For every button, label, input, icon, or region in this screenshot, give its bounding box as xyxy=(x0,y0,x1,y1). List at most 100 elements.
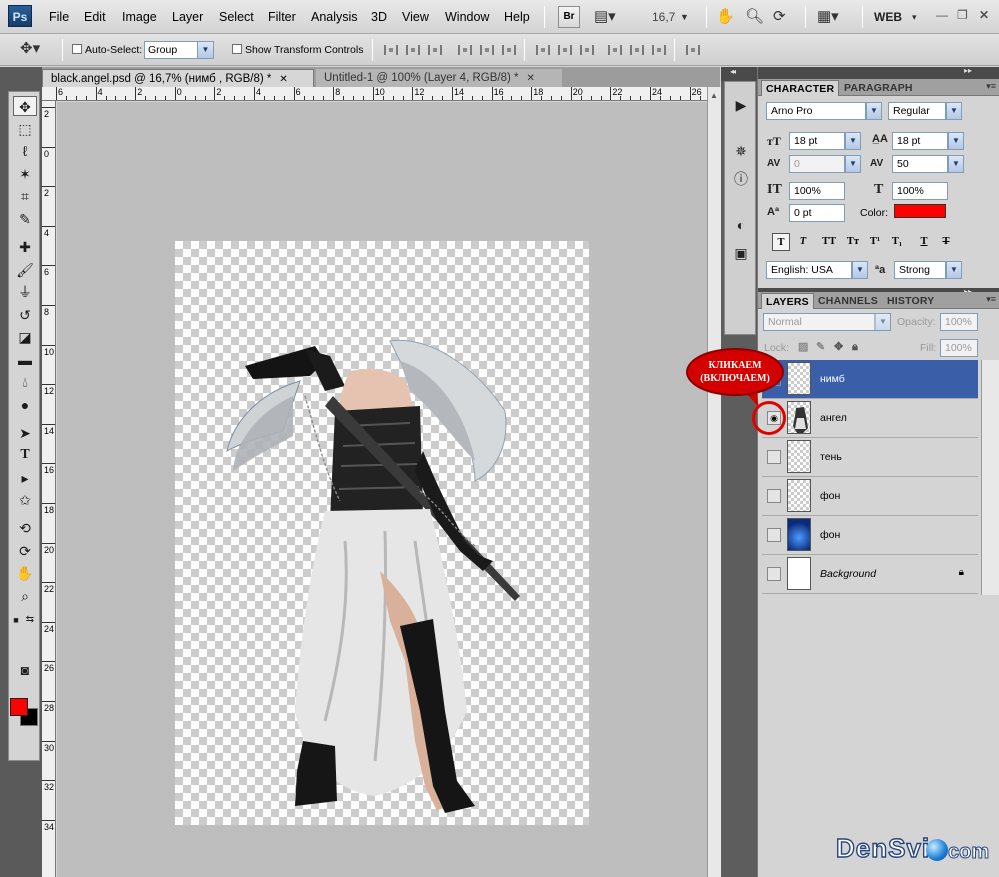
close-tab-icon[interactable]: ✕ xyxy=(279,74,287,85)
view-extras-icon[interactable]: ▤▾ xyxy=(594,8,616,26)
menu-view[interactable]: View xyxy=(402,10,429,24)
vertical-scale-field[interactable]: 100% xyxy=(789,182,845,200)
small-caps-button[interactable]: Tт xyxy=(844,233,862,251)
menu-select[interactable]: Select xyxy=(219,10,254,24)
hand-tool-icon[interactable]: ✋ xyxy=(716,8,735,26)
menu-help[interactable]: Help xyxy=(504,10,530,24)
faux-italic-button[interactable]: T xyxy=(794,233,812,251)
align-vcenter-icon[interactable] xyxy=(406,45,420,55)
show-transform-checkbox[interactable] xyxy=(232,44,242,54)
magic-wand-icon[interactable]: ✶ xyxy=(13,164,37,184)
zoom-dropdown-icon[interactable]: ▼ xyxy=(680,8,689,26)
visibility-toggle-icon[interactable] xyxy=(767,528,781,542)
healing-brush-icon[interactable]: ✚ xyxy=(13,237,37,257)
layer-row-nimb[interactable]: нимб xyxy=(762,360,978,399)
canvas-vertical-scrollbar[interactable]: ▲ xyxy=(707,87,721,877)
kerning-field[interactable]: 0 ▼ xyxy=(789,155,861,173)
foreground-color-swatch[interactable] xyxy=(10,698,28,716)
menu-analysis[interactable]: Analysis xyxy=(311,10,358,24)
tab-character[interactable]: CHARACTER xyxy=(761,80,840,96)
close-icon[interactable]: ✕ xyxy=(979,8,989,22)
minimize-icon[interactable]: — xyxy=(936,8,948,22)
zoom-tool-icon[interactable]: 🔍︎ xyxy=(745,8,764,26)
document-canvas[interactable] xyxy=(175,241,589,825)
align-hcenter-icon[interactable] xyxy=(480,45,494,55)
distribute-vcenter-icon[interactable] xyxy=(558,45,572,55)
brushes-panel-icon[interactable]: ◐ xyxy=(732,216,750,234)
dock-collapse-handle[interactable] xyxy=(721,67,757,81)
marquee-tool-icon[interactable]: ⬚ xyxy=(13,119,37,139)
swap-colors-icon[interactable]: ⇆ xyxy=(23,610,37,630)
tab-black-angel[interactable]: black.angel.psd @ 16,7% (нимб , RGB/8) *… xyxy=(42,69,314,87)
info-panel-icon[interactable]: ⓘ xyxy=(732,170,750,188)
blend-mode-select[interactable]: Normal ▼ xyxy=(763,313,891,331)
hand-tool-icon[interactable]: ✋ xyxy=(13,563,37,583)
direct-selection-icon[interactable]: ▸ xyxy=(13,468,37,488)
text-color-swatch[interactable] xyxy=(894,204,946,218)
quick-mask-icon[interactable]: ◙ xyxy=(13,660,37,680)
bridge-button[interactable]: Br xyxy=(558,6,580,28)
crop-tool-icon[interactable]: ⌗ xyxy=(13,186,37,206)
scroll-up-icon[interactable]: ▲ xyxy=(710,91,718,100)
all-caps-button[interactable]: TT xyxy=(820,233,838,251)
clone-stamp-icon[interactable]: ⏚ xyxy=(13,282,37,302)
brush-tool-icon[interactable]: 🖌︎ xyxy=(13,260,37,280)
custom-shape-icon[interactable]: ✩ xyxy=(13,490,37,510)
distribute-left-icon[interactable] xyxy=(608,45,622,55)
tab-layers[interactable]: LAYERS xyxy=(761,293,814,309)
eraser-tool-icon[interactable]: ◪ xyxy=(13,327,37,347)
auto-align-layers-icon[interactable] xyxy=(686,45,700,55)
align-bottom-icon[interactable] xyxy=(428,45,442,55)
menu-image[interactable]: Image xyxy=(122,10,157,24)
align-right-icon[interactable] xyxy=(502,45,516,55)
tab-paragraph[interactable]: PARAGRAPH xyxy=(840,80,917,96)
panel-collapse-strip[interactable] xyxy=(758,66,999,79)
visibility-toggle-icon[interactable] xyxy=(767,450,781,464)
font-family-select[interactable]: Arno Pro ▼ xyxy=(766,102,882,120)
leading-field[interactable]: 18 pt ▼ xyxy=(892,132,964,150)
visibility-toggle-icon[interactable] xyxy=(767,489,781,503)
auto-select-checkbox[interactable] xyxy=(72,44,82,54)
workspace-dropdown-icon[interactable]: ▾ xyxy=(912,8,917,26)
distribute-right-icon[interactable] xyxy=(652,45,666,55)
distribute-hcenter-icon[interactable] xyxy=(630,45,644,55)
font-style-select[interactable]: Regular ▼ xyxy=(888,102,962,120)
tab-untitled-1[interactable]: Untitled-1 @ 100% (Layer 4, RGB/8) * ✕ xyxy=(316,69,562,87)
lock-all-icon[interactable]: 🔒︎ xyxy=(852,339,858,355)
language-select[interactable]: English: USA ▼ xyxy=(766,261,868,279)
3d-orbit-icon[interactable]: ⟳ xyxy=(13,541,37,561)
actions-panel-icon[interactable]: ▶ xyxy=(732,96,750,114)
rotate-view-icon[interactable]: ⟳ xyxy=(773,8,786,26)
blur-tool-icon[interactable]: 💧︎ xyxy=(13,372,37,392)
layer-row-fon-2[interactable]: фон xyxy=(762,516,978,555)
distribute-bottom-icon[interactable] xyxy=(580,45,594,55)
arrange-documents-icon[interactable]: ▦▾ xyxy=(817,8,839,26)
restore-icon[interactable]: ❐ xyxy=(957,8,968,22)
menu-layer[interactable]: Layer xyxy=(172,10,203,24)
subscript-button[interactable]: T₁ xyxy=(888,233,906,251)
lasso-tool-icon[interactable]: ℓ xyxy=(13,141,37,161)
panel-menu-icon[interactable]: ▾≡ xyxy=(986,294,996,305)
opacity-field[interactable]: 100% xyxy=(940,313,978,331)
zoom-level[interactable]: 16,7 xyxy=(652,10,675,24)
align-left-icon[interactable] xyxy=(458,45,472,55)
layer-row-angel[interactable]: ◉ ангел xyxy=(762,399,978,438)
layers-scrollbar[interactable] xyxy=(981,360,999,595)
menu-filter[interactable]: Filter xyxy=(268,10,296,24)
menu-file[interactable]: File xyxy=(49,10,69,24)
history-brush-icon[interactable]: ↺ xyxy=(13,305,37,325)
clone-source-panel-icon[interactable]: ▣ xyxy=(732,244,750,262)
fill-field[interactable]: 100% xyxy=(940,339,978,357)
antialias-select[interactable]: Strong ▼ xyxy=(894,261,962,279)
underline-button[interactable]: T xyxy=(915,233,933,251)
lock-transparent-icon[interactable]: ▨ xyxy=(798,339,808,355)
menu-edit[interactable]: Edit xyxy=(84,10,106,24)
move-tool-preset-icon[interactable]: ✥▾ xyxy=(20,40,40,58)
align-top-icon[interactable] xyxy=(384,45,398,55)
menu-3d[interactable]: 3D xyxy=(371,10,387,24)
faux-bold-button[interactable]: T xyxy=(772,233,790,251)
baseline-shift-field[interactable]: 0 pt xyxy=(789,204,845,222)
visibility-toggle-icon[interactable] xyxy=(767,567,781,581)
lock-image-icon[interactable]: ✎ xyxy=(816,339,825,355)
layer-row-fon-1[interactable]: фон xyxy=(762,477,978,516)
